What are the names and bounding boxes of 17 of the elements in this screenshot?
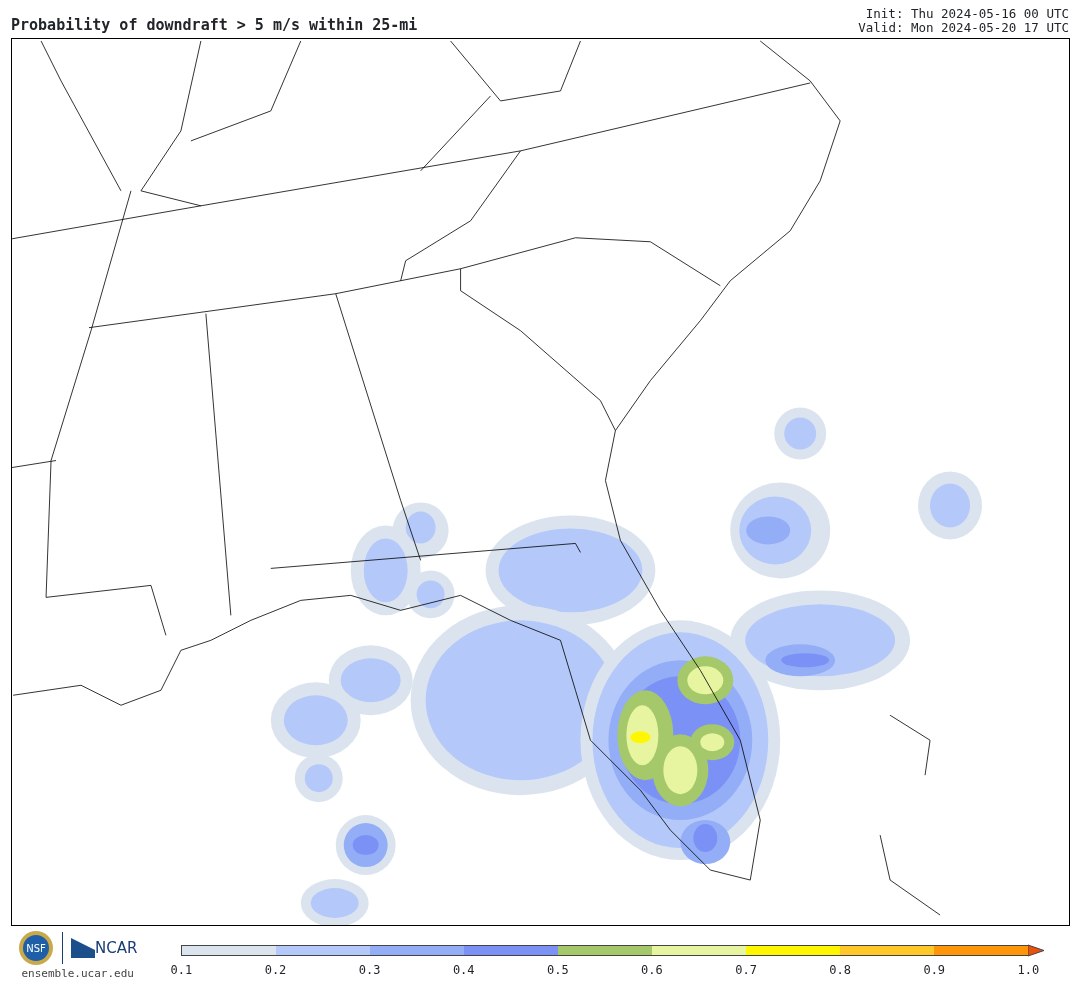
colorbar-tick-label: 0.2 — [263, 962, 288, 979]
colorbar-tick-label: 0.7 — [734, 962, 758, 979]
colorbar-tick-label: 0.9 — [922, 962, 947, 979]
colorbar-tick-label: 0.8 — [828, 962, 852, 979]
ncar-icon — [71, 938, 95, 958]
nsf-logo: NSF — [18, 930, 54, 966]
colorbar-tick-label: 0.3 — [357, 962, 382, 979]
website-url: ensemble.ucar.edu — [21, 966, 134, 982]
colorbar-tick-label: 0.1 — [169, 962, 194, 979]
colorbar-tick-label: 0.6 — [640, 962, 664, 979]
colorbar-tick-label: 0.5 — [546, 962, 570, 979]
ncar-logo-text: NCAR — [95, 937, 138, 959]
colorbar-tick-label: 0.4 — [451, 962, 476, 979]
colorbar-tick-label: 1.0 — [1016, 962, 1041, 979]
chart-title: Probability of downdraft > 5 m/s within 25-mi — [11, 15, 418, 36]
init-time: Init: Thu 2024-05-16 00 UTC — [864, 7, 1069, 21]
valid-time: Valid: Mon 2024-05-20 17 UTC — [858, 21, 1069, 35]
